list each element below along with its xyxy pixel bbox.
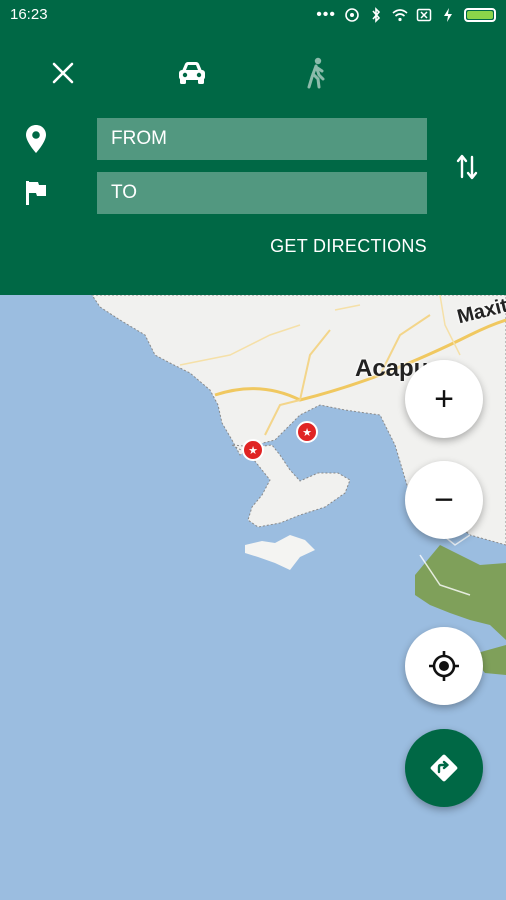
charging-icon — [444, 8, 452, 22]
battery-icon — [464, 8, 496, 22]
to-row — [0, 172, 506, 214]
location-pin-icon — [26, 125, 46, 153]
my-location-button[interactable] — [405, 627, 483, 705]
poi-marker[interactable]: ★ — [242, 439, 264, 461]
wifi-icon — [392, 9, 408, 22]
more-dots-icon: ••• — [316, 6, 336, 23]
to-field[interactable] — [97, 172, 427, 214]
sim-blocked-icon — [416, 8, 432, 22]
swap-vertical-icon — [456, 154, 478, 180]
flag-icon — [26, 181, 46, 205]
swap-button[interactable] — [452, 150, 482, 184]
bluetooth-icon — [372, 7, 381, 23]
my-location-icon — [429, 651, 459, 681]
close-icon — [52, 62, 74, 84]
status-bar: 16:23 ••• — [0, 0, 506, 30]
zoom-in-button[interactable]: + — [405, 360, 483, 438]
route-header: 16:23 ••• FROM TO GET DIRECTIONS — [0, 0, 506, 295]
zoom-out-label: − — [434, 481, 454, 519]
from-icon-wrap — [22, 124, 50, 154]
to-input[interactable] — [109, 181, 415, 205]
mode-driving-button[interactable] — [176, 55, 208, 91]
star-icon: ★ — [248, 444, 258, 457]
from-row — [0, 118, 506, 160]
walk-icon — [307, 57, 325, 89]
headphones-icon — [345, 8, 359, 22]
zoom-in-label: + — [434, 380, 454, 418]
zoom-out-button[interactable]: − — [405, 461, 483, 539]
travel-mode-row — [0, 55, 506, 95]
from-input[interactable] — [109, 127, 415, 151]
directions-icon — [430, 754, 458, 782]
to-icon-wrap — [22, 178, 50, 208]
star-icon: ★ — [302, 426, 312, 439]
directions-button[interactable] — [405, 729, 483, 807]
mode-walking-button[interactable] — [300, 55, 332, 91]
status-time: 16:23 — [10, 6, 48, 23]
poi-marker[interactable]: ★ — [296, 421, 318, 443]
from-field[interactable] — [97, 118, 427, 160]
get-directions-button[interactable]: GET DIRECTIONS — [270, 236, 427, 257]
car-icon — [179, 62, 205, 84]
close-button[interactable] — [48, 55, 78, 91]
